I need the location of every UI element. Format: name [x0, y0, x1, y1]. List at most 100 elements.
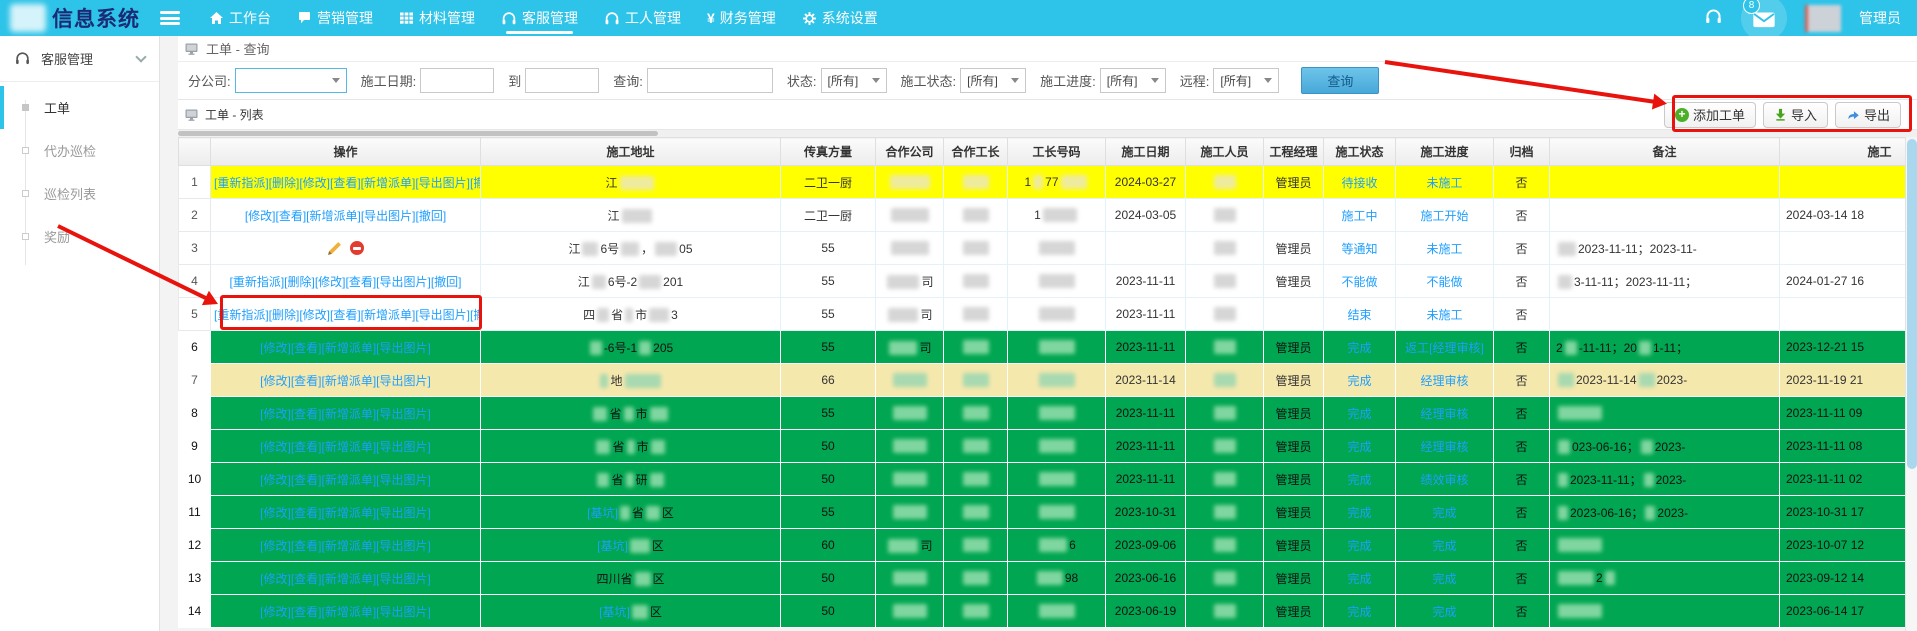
export-button[interactable]: 导出 [1834, 101, 1901, 128]
horizontal-scrollbar-thumb[interactable] [178, 131, 658, 136]
progress-link[interactable]: 未施工 [1426, 176, 1462, 190]
avatar[interactable] [1805, 4, 1841, 32]
vertical-scrollbar-thumb[interactable] [1907, 139, 1917, 469]
remote-select[interactable]: [所有] [1213, 68, 1280, 93]
progress-select[interactable]: [所有] [1099, 68, 1166, 93]
forbid-icon[interactable] [350, 241, 364, 256]
operation-links[interactable]: [修改][查看][新增派单][导出图片] [260, 407, 431, 421]
date-from-input[interactable] [420, 68, 495, 93]
row-number: 11 [178, 495, 211, 529]
nav-item-营销管理[interactable]: 营销管理 [284, 0, 386, 36]
redacted-text [962, 208, 989, 223]
status-link[interactable]: 完成 [1347, 572, 1371, 586]
sidebar-item-工单[interactable]: 工单 [0, 86, 159, 129]
import-button[interactable]: 导入 [1762, 101, 1828, 128]
progress-link[interactable]: 施工开始 [1420, 209, 1468, 223]
date-to-input[interactable] [525, 68, 600, 93]
progress-link[interactable]: 返工[经理审核] [1405, 341, 1484, 355]
status-link[interactable]: 完成 [1347, 605, 1371, 619]
operation-links[interactable]: [重新指派][删除][修改][查看][导出图片][撤回] [229, 275, 461, 289]
cell-construction-worker [1185, 396, 1264, 430]
cell-remark: 2 -11-11；20 1-11； [1549, 330, 1780, 364]
operation-links[interactable]: [重新指派][删除][修改][查看][新增派单][导出图片][撤回] [214, 176, 480, 190]
progress-link[interactable]: 完成 [1432, 506, 1456, 520]
operation-links[interactable]: [修改][查看][新增派单][导出图片] [260, 374, 431, 388]
status-link[interactable]: 完成 [1347, 407, 1371, 421]
nav-item-财务管理[interactable]: ¥ 财务管理 [694, 0, 789, 36]
operation-links[interactable]: [修改][查看][新增派单][导出图片] [260, 506, 431, 520]
status-link[interactable]: 完成 [1347, 506, 1371, 520]
nav-item-材料管理[interactable]: 材料管理 [386, 0, 488, 36]
cell-construction-worker [1185, 363, 1264, 397]
operation-links[interactable]: [修改][查看][新增派单][导出图片] [260, 539, 431, 553]
nav-item-系统设置[interactable]: 系统设置 [789, 0, 891, 36]
redacted-text [962, 406, 989, 421]
progress-link[interactable]: 不能做 [1426, 275, 1462, 289]
support-headset-icon[interactable] [1704, 8, 1723, 28]
redacted-text [623, 407, 634, 422]
cell-text[interactable]: [基坑] [597, 539, 628, 553]
cell-text: 3 [671, 307, 678, 322]
sidebar-item-代办巡检[interactable]: 代办巡检 [0, 129, 159, 172]
cell-construction-status: 完成 [1323, 363, 1396, 397]
operation-links[interactable]: [修改][查看][新增派单][导出图片] [260, 572, 431, 586]
sidebar-item-巡检列表[interactable]: 巡检列表 [0, 172, 159, 215]
work-status-select[interactable]: [所有] [960, 68, 1027, 93]
cell-archived: 否 [1493, 429, 1550, 463]
operation-links[interactable]: [重新指派][删除][修改][查看][新增派单][导出图片][撤回] [214, 308, 480, 322]
progress-link[interactable]: 经理审核 [1420, 440, 1468, 454]
progress-link[interactable]: 完成 [1432, 572, 1456, 586]
operation-links[interactable]: [修改][查看][新增派单][导出图片] [260, 605, 431, 619]
cell-address: 江 [480, 198, 781, 232]
menu-toggle-icon[interactable] [160, 11, 180, 25]
keyword-input[interactable] [646, 68, 773, 93]
status-link[interactable]: 完成 [1347, 440, 1371, 454]
status-link[interactable]: 施工中 [1341, 209, 1377, 223]
sidebar-section-customer-service[interactable]: 客服管理 [0, 36, 159, 82]
progress-link[interactable]: 经理审核 [1420, 407, 1468, 421]
operation-links[interactable]: [修改][查看][新增派单][导出图片] [260, 440, 431, 454]
nav-item-客服管理[interactable]: 客服管理 [488, 0, 591, 36]
progress-link[interactable]: 完成 [1432, 539, 1456, 553]
cell-construction-time: 2023-11-11 02 [1779, 462, 1917, 496]
status-link[interactable]: 等通知 [1341, 242, 1377, 256]
query-button[interactable]: 查询 [1301, 67, 1380, 94]
cell-foreman-phone [1007, 594, 1106, 628]
status-link[interactable]: 完成 [1347, 341, 1371, 355]
edit-pencil-icon[interactable] [327, 241, 342, 256]
redacted-text [1213, 241, 1236, 256]
progress-link[interactable]: 经理审核 [1420, 374, 1468, 388]
progress-link[interactable]: 未施工 [1426, 308, 1462, 322]
cell-address: [基坑] 区 [480, 594, 781, 628]
operation-links[interactable]: [修改][查看][新增派单][导出图片][撤回] [245, 209, 446, 223]
column-header: 备注 [1549, 137, 1780, 166]
nav-item-工人管理[interactable]: 工人管理 [591, 0, 694, 36]
operation-links[interactable]: [修改][查看][新增派单][导出图片] [260, 341, 431, 355]
cell-construction-progress: 未施工 [1395, 231, 1494, 265]
table-row: 14 [修改][查看][新增派单][导出图片] [基坑] 区 50 2023-06-19 管… [178, 594, 1917, 628]
sidebar-item-奖励[interactable]: 奖励 [0, 215, 159, 258]
progress-link[interactable]: 未施工 [1426, 242, 1462, 256]
progress-link[interactable]: 绩效审核 [1420, 473, 1468, 487]
status-link[interactable]: 待接收 [1341, 176, 1377, 190]
progress-link[interactable]: 完成 [1432, 605, 1456, 619]
cell-partner-company [875, 429, 944, 463]
cell-archived: 否 [1493, 264, 1550, 298]
operation-links[interactable]: [修改][查看][新增派单][导出图片] [260, 473, 431, 487]
cell-text[interactable]: [基坑] [587, 506, 618, 520]
branch-select[interactable] [234, 68, 347, 93]
username[interactable]: 管理员 [1859, 8, 1901, 28]
nav-item-工作台[interactable]: 工作台 [196, 0, 284, 36]
cell-construction-progress: 经理审核 [1395, 429, 1494, 463]
status-link[interactable]: 完成 [1347, 374, 1371, 388]
status-link[interactable]: 不能做 [1341, 275, 1377, 289]
cell-text: 江 [568, 241, 581, 256]
add-workorder-button[interactable]: + 添加工单 [1663, 101, 1756, 128]
messages-button[interactable]: 8 [1741, 0, 1787, 41]
status-link[interactable]: 结束 [1347, 308, 1371, 322]
status-select[interactable]: [所有] [820, 68, 887, 93]
status-link[interactable]: 完成 [1347, 539, 1371, 553]
cell-text[interactable]: [基坑] [599, 605, 630, 619]
status-link[interactable]: 完成 [1347, 473, 1371, 487]
cell-text: 6号-2 [607, 274, 638, 289]
